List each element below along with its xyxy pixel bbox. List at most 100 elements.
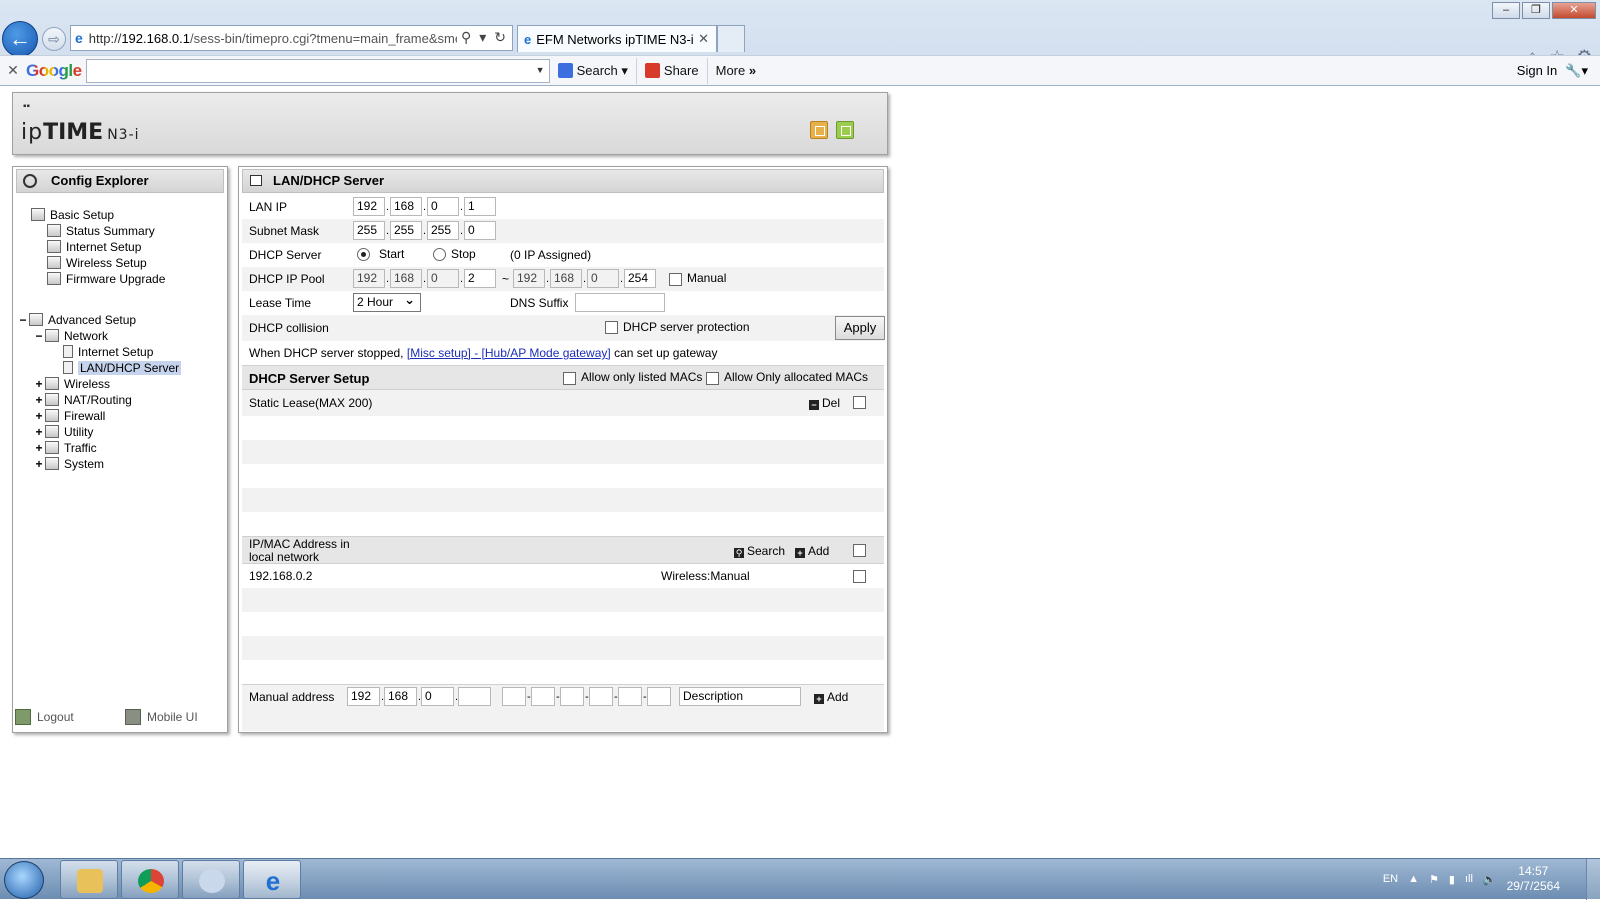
pool-end-octet-2[interactable]: 168 bbox=[550, 269, 582, 288]
save-icon[interactable] bbox=[836, 121, 854, 139]
tree-traffic[interactable]: + Traffic bbox=[33, 440, 96, 455]
search-icon[interactable]: ⚲ bbox=[461, 29, 471, 46]
dhcp-stop-radio[interactable] bbox=[433, 248, 446, 261]
chevron-up-icon[interactable]: ▲ bbox=[1408, 873, 1419, 885]
refresh-icon[interactable]: ↻ bbox=[494, 29, 506, 46]
manual-pool-checkbox[interactable] bbox=[669, 273, 682, 286]
taskbar-chrome[interactable] bbox=[121, 860, 179, 899]
google-search-button[interactable]: Search ▾ bbox=[550, 57, 637, 84]
tree-firewall[interactable]: + Firewall bbox=[33, 408, 105, 423]
mobile-ui-link[interactable]: Mobile UI bbox=[125, 707, 198, 727]
local-network-select-all-checkbox[interactable] bbox=[853, 544, 866, 557]
allow-allocated-macs-checkbox[interactable] bbox=[706, 372, 719, 385]
lan-search-button[interactable]: ⚲ Search bbox=[734, 544, 785, 558]
tree-system[interactable]: + System bbox=[33, 456, 104, 471]
tree-wireless[interactable]: + Wireless bbox=[33, 376, 110, 391]
del-button[interactable]: − Del bbox=[809, 396, 840, 410]
logout-link[interactable]: Logout bbox=[15, 707, 125, 727]
wrench-icon[interactable]: 🔧▾ bbox=[1565, 63, 1588, 79]
expand-icon[interactable]: + bbox=[33, 425, 45, 439]
mac-part-6[interactable] bbox=[647, 687, 671, 706]
lan-ip-octet-1[interactable]: 192 bbox=[353, 197, 385, 216]
collapse-icon[interactable]: − bbox=[33, 329, 45, 343]
subnet-octet-3[interactable]: 255 bbox=[427, 221, 459, 240]
expand-icon[interactable]: + bbox=[33, 457, 45, 471]
close-toolbar-icon[interactable]: ✕ bbox=[0, 62, 26, 79]
address-bar[interactable]: e http://192.168.0.1/sess-bin/timepro.cg… bbox=[70, 25, 513, 51]
flag-icon[interactable]: ⚑ bbox=[1429, 873, 1439, 886]
start-button[interactable] bbox=[4, 861, 44, 899]
restore-button[interactable]: ❐ bbox=[1522, 2, 1550, 19]
allow-listed-macs-checkbox[interactable] bbox=[563, 372, 576, 385]
tree-basic-setup[interactable]: Basic Setup bbox=[31, 207, 114, 222]
misc-setup-link[interactable]: [Misc setup] - [Hub/AP Mode gateway] bbox=[407, 346, 611, 360]
manual-ip-octet-4[interactable] bbox=[458, 687, 491, 706]
minimize-button[interactable]: – bbox=[1492, 2, 1520, 19]
expand-icon[interactable]: + bbox=[33, 441, 45, 455]
more-button[interactable]: More » bbox=[708, 58, 764, 84]
forward-button[interactable]: ⇨ bbox=[42, 27, 66, 51]
tree-utility[interactable]: + Utility bbox=[33, 424, 93, 439]
tree-advanced-setup[interactable]: − Advanced Setup bbox=[17, 312, 136, 327]
pool-start-octet-2[interactable]: 168 bbox=[390, 269, 422, 288]
new-tab-button[interactable] bbox=[717, 25, 745, 52]
pool-start-octet-4[interactable]: 2 bbox=[464, 269, 496, 288]
mac-part-1[interactable] bbox=[502, 687, 526, 706]
mac-part-5[interactable] bbox=[618, 687, 642, 706]
tree-network[interactable]: − Network bbox=[33, 328, 108, 343]
pool-end-octet-3[interactable]: 0 bbox=[587, 269, 619, 288]
manual-ip-octet-2[interactable]: 168 bbox=[384, 687, 417, 706]
apply-button[interactable]: Apply bbox=[835, 316, 885, 340]
description-input[interactable]: Description bbox=[679, 687, 801, 706]
taskbar-paint[interactable] bbox=[182, 860, 240, 899]
tree-nat-routing[interactable]: + NAT/Routing bbox=[33, 392, 131, 407]
lan-ip-octet-4[interactable]: 1 bbox=[464, 197, 496, 216]
static-lease-select-all-checkbox[interactable] bbox=[853, 396, 866, 409]
lan-ip-octet-3[interactable]: 0 bbox=[427, 197, 459, 216]
share-button[interactable]: Share bbox=[637, 57, 708, 84]
subnet-octet-1[interactable]: 255 bbox=[353, 221, 385, 240]
battery-icon[interactable]: ▮ bbox=[1449, 873, 1455, 886]
language-indicator[interactable]: EN bbox=[1383, 873, 1398, 885]
lan-add-button[interactable]: + Add bbox=[795, 544, 829, 558]
manual-ip-octet-3[interactable]: 0 bbox=[421, 687, 454, 706]
clock[interactable]: 14:57 29/7/2564 bbox=[1507, 864, 1560, 894]
manual-add-button[interactable]: + Add bbox=[814, 690, 848, 704]
mac-part-4[interactable] bbox=[589, 687, 613, 706]
lan-ip-octet-2[interactable]: 168 bbox=[390, 197, 422, 216]
subnet-octet-2[interactable]: 255 bbox=[390, 221, 422, 240]
dns-suffix-input[interactable] bbox=[575, 293, 665, 312]
dhcp-start-radio[interactable] bbox=[357, 248, 370, 261]
manual-ip-octet-1[interactable]: 192 bbox=[347, 687, 380, 706]
show-desktop-button[interactable] bbox=[1586, 859, 1600, 900]
expand-icon[interactable]: + bbox=[33, 377, 45, 391]
taskbar-internet-explorer[interactable]: e bbox=[243, 860, 301, 899]
taskbar-explorer[interactable] bbox=[60, 860, 118, 899]
tree-firmware-upgrade[interactable]: Firmware Upgrade bbox=[47, 271, 165, 286]
sign-in-link[interactable]: Sign In bbox=[1517, 63, 1557, 78]
dropdown-icon[interactable]: ▾ bbox=[479, 29, 486, 46]
volume-icon[interactable]: 🔈 bbox=[1483, 873, 1497, 886]
subnet-octet-4[interactable]: 0 bbox=[464, 221, 496, 240]
network-signal-icon[interactable]: ıll bbox=[1465, 873, 1473, 885]
pool-end-octet-4[interactable]: 254 bbox=[624, 269, 656, 288]
pool-start-octet-1[interactable]: 192 bbox=[353, 269, 385, 288]
tree-internet-setup-basic[interactable]: Internet Setup bbox=[47, 239, 141, 254]
tree-status-summary[interactable]: Status Summary bbox=[47, 223, 155, 238]
mac-part-2[interactable] bbox=[531, 687, 555, 706]
dhcp-protection-checkbox[interactable] bbox=[605, 321, 618, 334]
pool-end-octet-1[interactable]: 192 bbox=[513, 269, 545, 288]
dropdown-icon[interactable]: ▼ bbox=[536, 65, 545, 75]
mac-part-3[interactable] bbox=[560, 687, 584, 706]
tree-wireless-setup[interactable]: Wireless Setup bbox=[47, 255, 147, 270]
entry-checkbox[interactable] bbox=[853, 570, 866, 583]
expand-icon[interactable]: + bbox=[33, 393, 45, 407]
close-tab-icon[interactable]: ✕ bbox=[698, 31, 709, 47]
collapse-icon[interactable]: − bbox=[17, 313, 29, 327]
tree-lan-dhcp-server[interactable]: LAN/DHCP Server bbox=[63, 360, 182, 375]
expand-icon[interactable]: + bbox=[33, 409, 45, 423]
google-search-input[interactable]: ▼ bbox=[85, 58, 550, 83]
tab-active[interactable]: e EFM Networks ipTIME N3-i ✕ bbox=[517, 25, 717, 52]
lease-time-select[interactable]: 2 Hour bbox=[353, 291, 421, 312]
pool-start-octet-3[interactable]: 0 bbox=[427, 269, 459, 288]
